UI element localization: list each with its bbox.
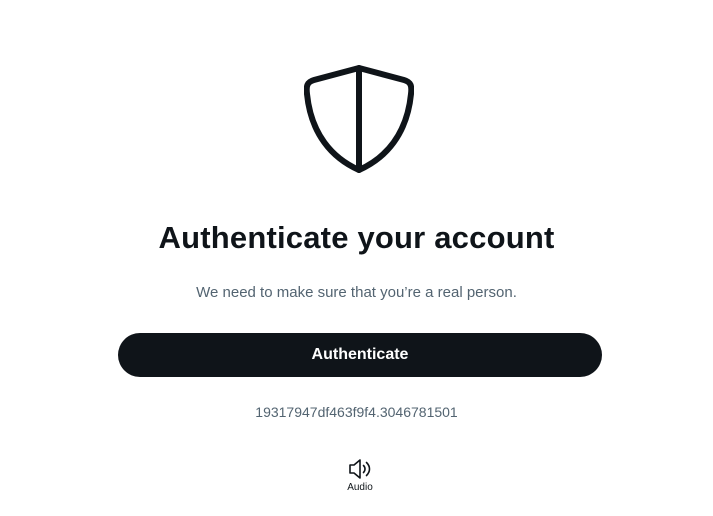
speaker-icon	[349, 459, 371, 479]
shield-icon	[304, 65, 414, 173]
session-id: 19317947df463f9f4.3046781501	[255, 404, 458, 420]
page-title: Authenticate your account	[158, 220, 555, 255]
audio-label: Audio	[347, 482, 373, 493]
authenticate-button[interactable]: Authenticate	[118, 333, 602, 377]
audio-button[interactable]: Audio	[336, 457, 384, 499]
page-subtitle: We need to make sure that you’re a real …	[196, 284, 517, 301]
